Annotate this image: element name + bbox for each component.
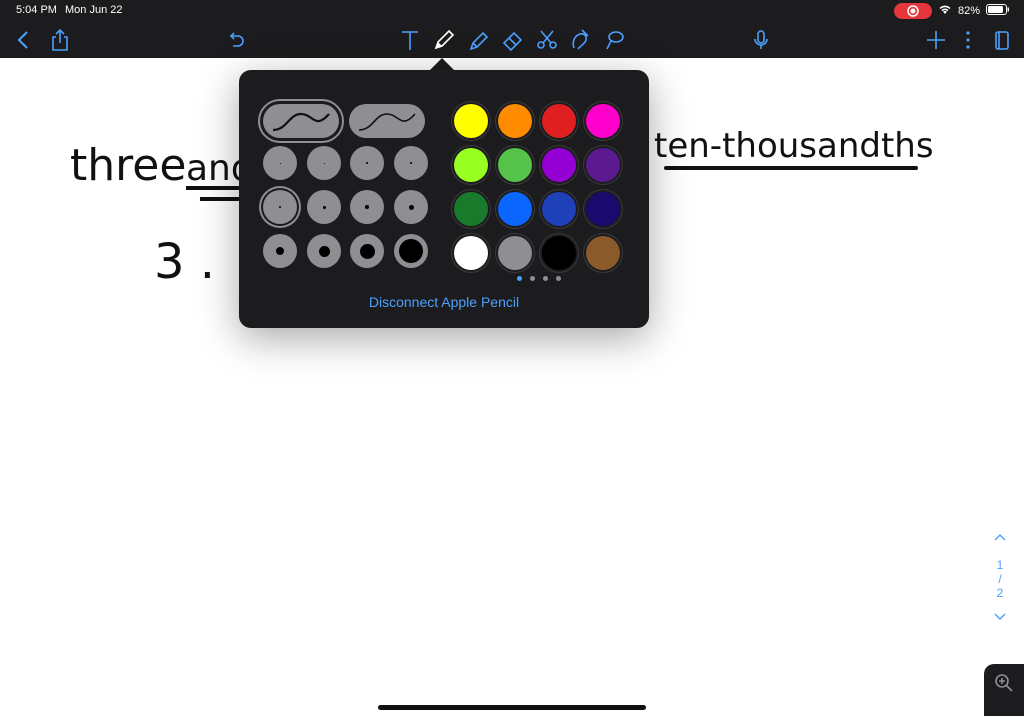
- lasso-tool-icon[interactable]: [600, 26, 628, 54]
- page-down-icon[interactable]: [988, 610, 1012, 624]
- eraser-icon[interactable]: [499, 26, 527, 54]
- size-option[interactable]: [394, 190, 428, 224]
- status-time: 5:04 PM: [16, 4, 57, 16]
- total-pages: 2: [996, 586, 1004, 600]
- status-right: 82%: [893, 3, 1010, 19]
- underline-1: [186, 186, 240, 190]
- share-icon[interactable]: [46, 26, 74, 54]
- highlighter-icon[interactable]: [465, 26, 493, 54]
- color-swatch[interactable]: [542, 104, 576, 138]
- size-option[interactable]: [394, 234, 428, 268]
- more-options-icon[interactable]: [954, 26, 982, 54]
- stroke-style-ballpoint[interactable]: [349, 104, 425, 138]
- add-icon[interactable]: [922, 26, 950, 54]
- page-indicator[interactable]: 1 / 2: [988, 530, 1012, 624]
- page-dot[interactable]: [543, 276, 548, 281]
- color-swatch[interactable]: [454, 236, 488, 270]
- pen-tool-icon[interactable]: [430, 26, 458, 54]
- color-swatch[interactable]: [498, 104, 532, 138]
- color-swatch[interactable]: [542, 192, 576, 226]
- screen-record-indicator[interactable]: [893, 3, 932, 19]
- color-swatch[interactable]: [586, 192, 620, 226]
- color-swatch[interactable]: [454, 104, 488, 138]
- text-tool-icon[interactable]: [396, 26, 424, 54]
- color-swatch[interactable]: [498, 192, 532, 226]
- color-page-dots[interactable]: [517, 276, 561, 281]
- color-swatch[interactable]: [586, 236, 620, 270]
- color-swatch[interactable]: [542, 236, 576, 270]
- size-option[interactable]: [350, 190, 384, 224]
- page-separator: /: [998, 572, 1002, 586]
- scissors-icon[interactable]: [533, 26, 561, 54]
- popover-arrow: [430, 58, 454, 70]
- home-indicator: [378, 705, 646, 710]
- microphone-icon[interactable]: [747, 26, 775, 54]
- handwritten-ten-thousandths: ten-thousandths: [654, 126, 934, 166]
- color-swatch[interactable]: [454, 192, 488, 226]
- handwritten-three: three: [70, 140, 187, 191]
- wifi-icon: [938, 4, 952, 18]
- color-swatch[interactable]: [586, 148, 620, 182]
- pages-icon[interactable]: [988, 26, 1016, 54]
- zoom-icon: [993, 672, 1015, 699]
- size-option[interactable]: [350, 234, 384, 268]
- page-up-icon[interactable]: [988, 530, 1012, 544]
- size-option-selected[interactable]: [263, 190, 297, 224]
- shape-tool-icon[interactable]: [566, 26, 594, 54]
- size-option[interactable]: [307, 146, 341, 180]
- page-dot[interactable]: [556, 276, 561, 281]
- color-swatch[interactable]: [542, 148, 576, 182]
- pen-settings-popover: Disconnect Apple Pencil: [239, 70, 649, 328]
- size-option[interactable]: [263, 234, 297, 268]
- disconnect-apple-pencil-button[interactable]: Disconnect Apple Pencil: [239, 294, 649, 310]
- underline-2: [200, 197, 240, 201]
- page-dot-active[interactable]: [517, 276, 522, 281]
- color-swatch[interactable]: [498, 236, 532, 270]
- handwritten-number: 3 .: [154, 234, 216, 290]
- size-option[interactable]: [350, 146, 384, 180]
- size-option[interactable]: [307, 190, 341, 224]
- underline-3: [664, 166, 918, 170]
- page-dot[interactable]: [530, 276, 535, 281]
- undo-icon[interactable]: [221, 26, 249, 54]
- status-date: Mon Jun 22: [65, 4, 123, 16]
- color-swatch[interactable]: [586, 104, 620, 138]
- battery-icon: [986, 4, 1010, 18]
- stroke-style-fountain[interactable]: [258, 99, 344, 143]
- current-page: 1: [996, 558, 1004, 572]
- size-option[interactable]: [263, 146, 297, 180]
- size-option[interactable]: [394, 146, 428, 180]
- color-swatch[interactable]: [498, 148, 532, 182]
- size-option[interactable]: [307, 234, 341, 268]
- color-swatch[interactable]: [454, 148, 488, 182]
- battery-percent: 82%: [957, 5, 980, 17]
- back-icon[interactable]: [10, 26, 38, 54]
- top-toolbar: 5:04 PM Mon Jun 22 82%: [0, 0, 1024, 58]
- zoom-button[interactable]: [984, 664, 1024, 716]
